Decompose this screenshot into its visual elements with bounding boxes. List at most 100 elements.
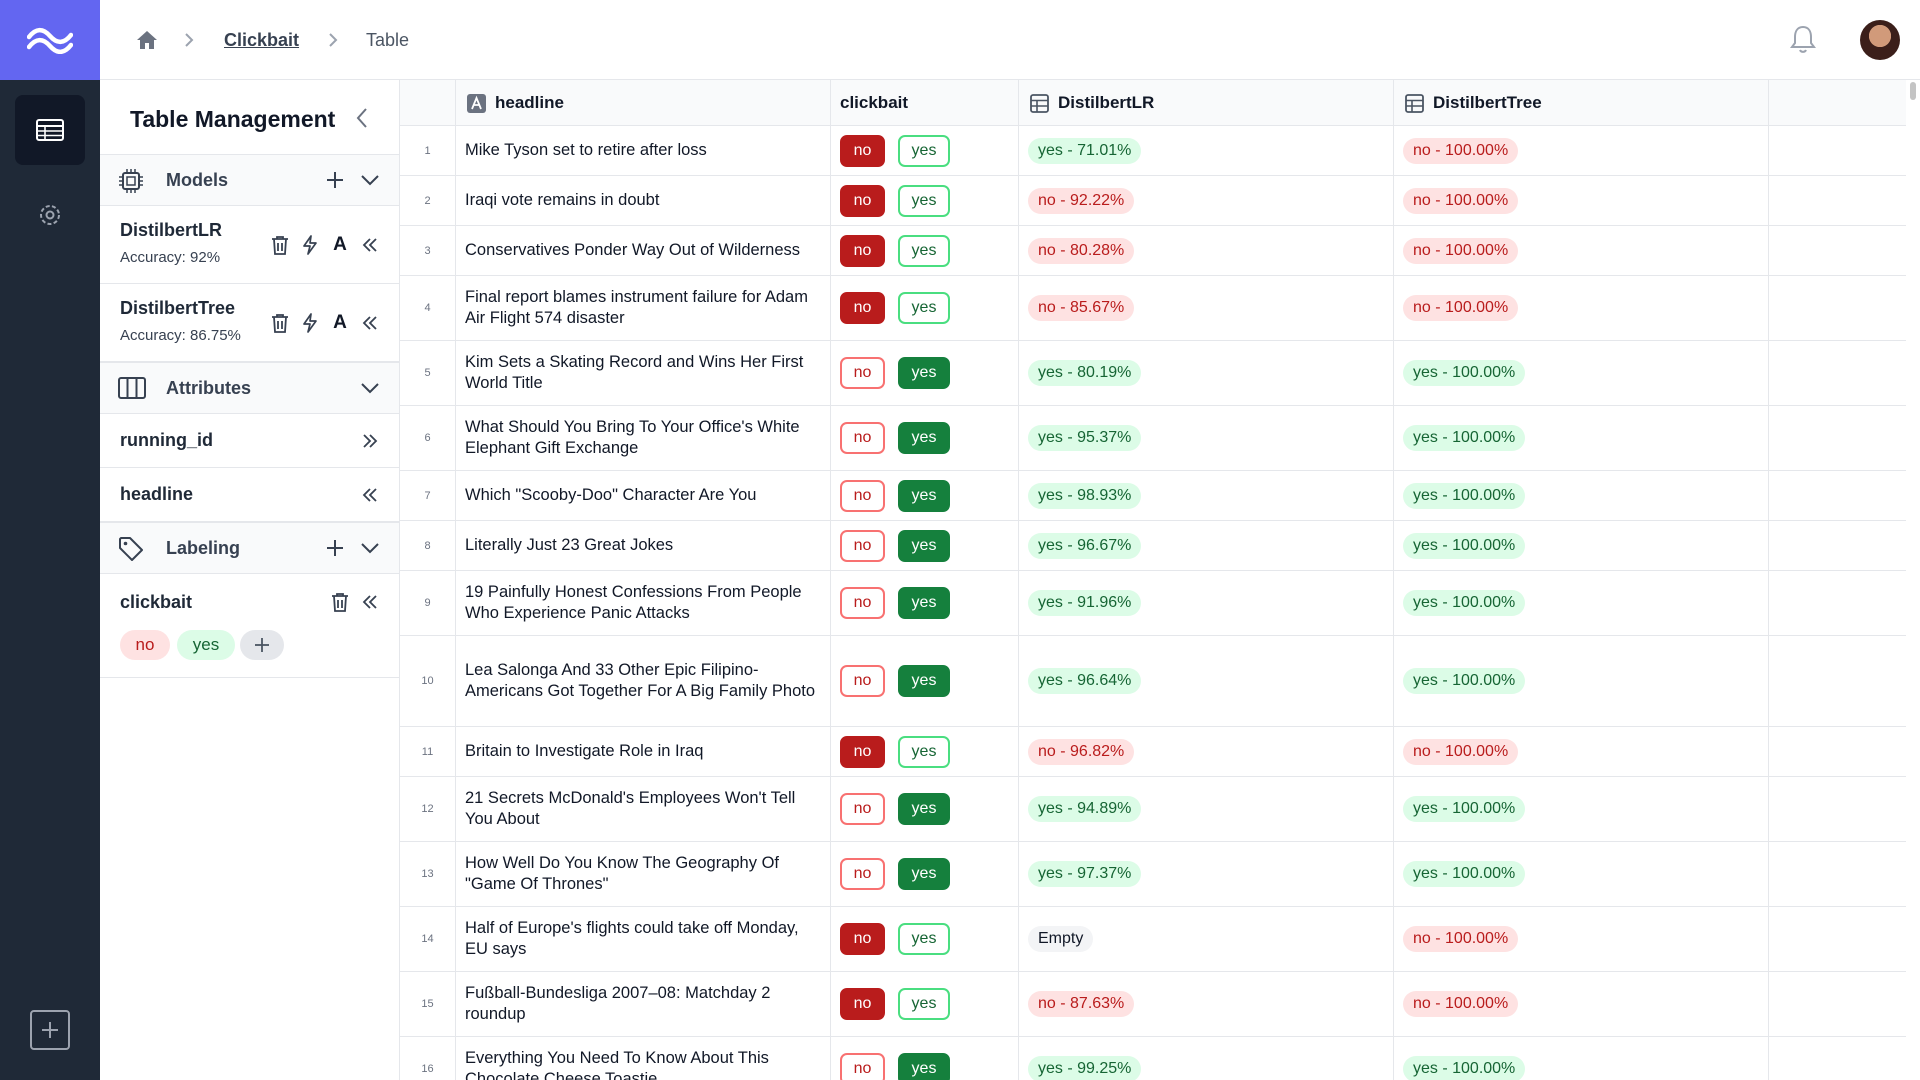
label-no-button[interactable]: no bbox=[840, 357, 885, 389]
header-distilberttree[interactable]: DistilbertTree bbox=[1394, 80, 1769, 126]
breadcrumb-project-link[interactable]: Clickbait bbox=[224, 30, 299, 51]
row-index: 16 bbox=[400, 1037, 456, 1080]
labeling-section-header[interactable]: Labeling bbox=[100, 522, 399, 574]
label-no-button[interactable]: no bbox=[840, 988, 885, 1020]
collapse-model-button[interactable] bbox=[358, 233, 382, 257]
add-label-option-button[interactable] bbox=[240, 630, 284, 660]
label-yes-button[interactable]: yes bbox=[898, 793, 950, 825]
row-index: 15 bbox=[400, 972, 456, 1036]
table-row: 7 Which "Scooby-Doo" Character Are You n… bbox=[400, 471, 1906, 521]
add-labeling-task-button[interactable] bbox=[325, 538, 345, 563]
label-no-button[interactable]: no bbox=[840, 234, 885, 267]
delete-labeling-task-button[interactable] bbox=[328, 590, 352, 614]
label-yes-button[interactable]: yes bbox=[898, 587, 950, 619]
run-model-button[interactable] bbox=[298, 311, 322, 335]
distilbertlr-cell: no - 96.82% bbox=[1019, 727, 1394, 776]
empty-cell bbox=[1769, 571, 1906, 635]
label-no-button[interactable]: no bbox=[840, 587, 885, 619]
label-yes-button[interactable]: yes bbox=[898, 665, 950, 697]
label-yes-button[interactable]: yes bbox=[898, 1053, 950, 1080]
user-avatar[interactable] bbox=[1860, 20, 1900, 60]
headline-cell: Literally Just 23 Great Jokes bbox=[456, 521, 831, 570]
label-yes-button[interactable]: yes bbox=[898, 357, 950, 389]
header-headline-label: headline bbox=[495, 93, 564, 112]
label-yes-button[interactable]: yes bbox=[898, 422, 950, 454]
label-no-button[interactable]: no bbox=[840, 292, 885, 324]
label-yes-button[interactable]: yes bbox=[898, 479, 950, 512]
clickbait-cell: no yes bbox=[831, 521, 1019, 570]
app-logo[interactable] bbox=[0, 0, 100, 80]
scrollbar-thumb[interactable] bbox=[1910, 82, 1916, 100]
header-clickbait[interactable]: clickbait bbox=[831, 80, 1019, 126]
label-no-button[interactable]: no bbox=[840, 735, 885, 768]
table-row: 6 What Should You Bring To Your Office's… bbox=[400, 406, 1906, 471]
row-index: 13 bbox=[400, 842, 456, 906]
table-scrollbar[interactable] bbox=[1906, 80, 1920, 1080]
label-no-button[interactable]: no bbox=[840, 923, 885, 955]
table-view-button[interactable] bbox=[15, 95, 85, 165]
label-yes-button[interactable]: yes bbox=[898, 184, 950, 217]
delete-model-button[interactable] bbox=[268, 233, 292, 257]
label-no-button[interactable]: no bbox=[840, 858, 885, 890]
label-yes-button[interactable]: yes bbox=[898, 529, 950, 562]
label-yes-button[interactable]: yes bbox=[898, 858, 950, 890]
label-no-button[interactable]: no bbox=[840, 793, 885, 825]
collapse-model-button[interactable] bbox=[358, 311, 382, 335]
label-yes-button[interactable]: yes bbox=[898, 234, 950, 267]
label-yes-button[interactable]: yes bbox=[898, 923, 950, 955]
lightning-icon bbox=[303, 313, 317, 333]
clickbait-cell: no yes bbox=[831, 777, 1019, 841]
expand-attributes-button[interactable] bbox=[360, 378, 380, 403]
label-no-button[interactable]: no bbox=[840, 479, 885, 512]
empty-cell bbox=[1769, 126, 1906, 175]
model-attribute-button[interactable]: A bbox=[328, 311, 352, 335]
row-index: 14 bbox=[400, 907, 456, 971]
home-link[interactable] bbox=[136, 0, 158, 80]
run-model-button[interactable] bbox=[298, 233, 322, 257]
prediction-badge: Empty bbox=[1028, 926, 1094, 952]
notifications-button[interactable] bbox=[1790, 24, 1816, 59]
label-no-button[interactable]: no bbox=[840, 665, 885, 697]
label-no-button[interactable]: no bbox=[840, 529, 885, 562]
label-option-yes[interactable]: yes bbox=[177, 630, 235, 660]
add-model-button[interactable] bbox=[325, 170, 345, 195]
row-index: 9 bbox=[400, 571, 456, 635]
label-yes-button[interactable]: yes bbox=[898, 988, 950, 1020]
attributes-section-header[interactable]: Attributes bbox=[100, 362, 399, 414]
collapse-labeling-task-button[interactable] bbox=[358, 590, 382, 614]
header-headline[interactable]: headline bbox=[456, 80, 831, 126]
delete-model-button[interactable] bbox=[268, 311, 292, 335]
settings-button[interactable] bbox=[15, 180, 85, 250]
expand-models-button[interactable] bbox=[360, 170, 380, 195]
lightning-icon bbox=[303, 235, 317, 255]
model-attribute-button[interactable]: A bbox=[328, 233, 352, 257]
collapse-panel-button[interactable] bbox=[355, 107, 369, 134]
label-no-button[interactable]: no bbox=[840, 422, 885, 454]
headline-cell: 19 Painfully Honest Confessions From Peo… bbox=[456, 571, 831, 635]
plus-icon bbox=[327, 540, 343, 556]
add-project-button[interactable] bbox=[30, 1010, 70, 1050]
model-accuracy: Accuracy: 92% bbox=[120, 249, 221, 266]
model-column-icon bbox=[1030, 93, 1049, 113]
label-yes-button[interactable]: yes bbox=[898, 735, 950, 768]
expand-labeling-button[interactable] bbox=[360, 538, 380, 563]
label-no-button[interactable]: no bbox=[840, 184, 885, 217]
model-column-icon bbox=[1405, 93, 1424, 113]
label-no-button[interactable]: no bbox=[840, 134, 885, 167]
header-distilbertlr[interactable]: DistilbertLR bbox=[1019, 80, 1394, 126]
distilbertlr-cell: yes - 71.01% bbox=[1019, 126, 1394, 175]
label-no-button[interactable]: no bbox=[840, 1053, 885, 1080]
label-yes-button[interactable]: yes bbox=[898, 292, 950, 324]
chevrons-left-icon bbox=[362, 488, 377, 502]
chevrons-left-icon bbox=[362, 595, 377, 609]
models-section-header[interactable]: Models bbox=[100, 154, 399, 206]
breadcrumb-separator bbox=[184, 0, 194, 80]
label-yes-button[interactable]: yes bbox=[898, 134, 950, 167]
hide-attribute-button[interactable] bbox=[358, 483, 382, 507]
show-attribute-button[interactable] bbox=[358, 429, 382, 453]
model-accuracy: Accuracy: 86.75% bbox=[120, 327, 241, 344]
chevron-right-icon bbox=[185, 33, 194, 47]
label-option-no[interactable]: no bbox=[120, 630, 170, 660]
prediction-badge: yes - 71.01% bbox=[1028, 137, 1142, 164]
prediction-badge: no - 100.00% bbox=[1403, 187, 1519, 214]
